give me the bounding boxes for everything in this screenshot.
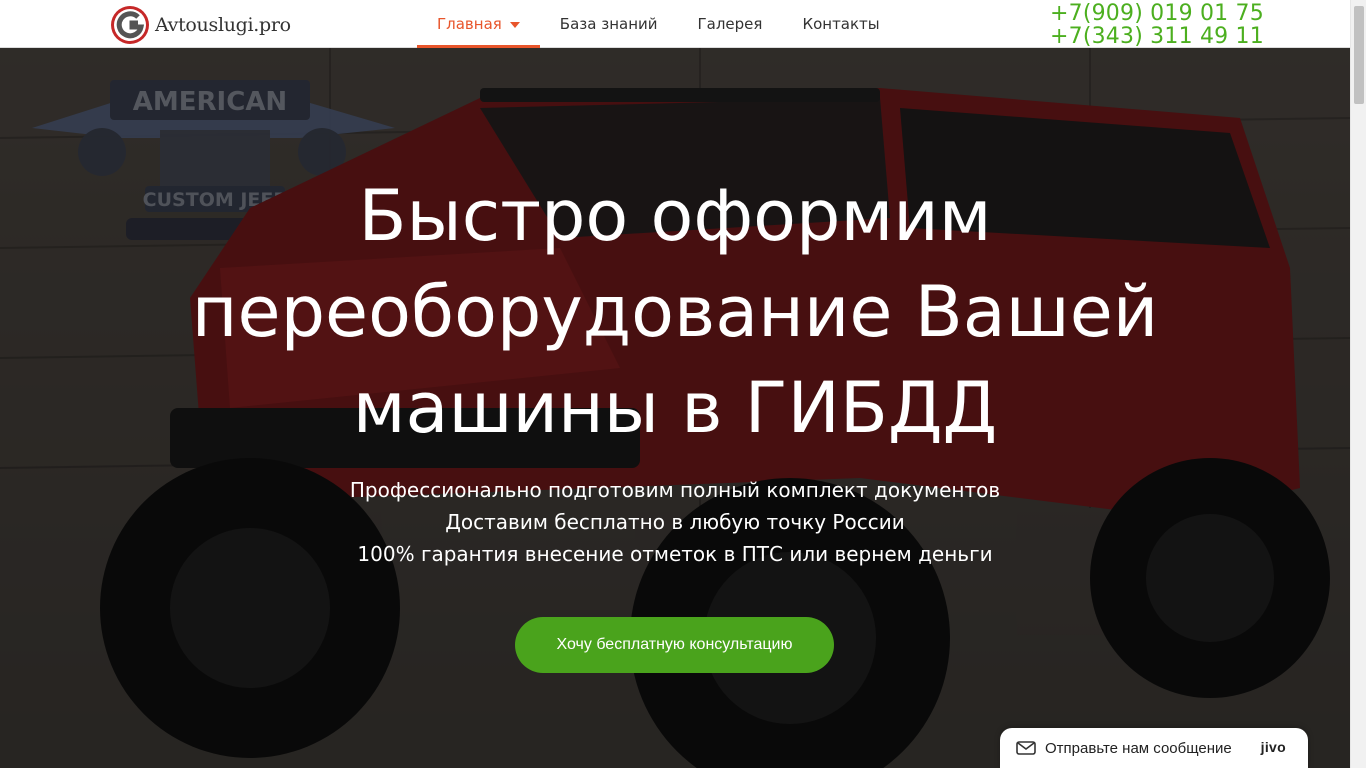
envelope-icon: [1016, 741, 1036, 755]
site-header: Avtouslugi.pro Главная База знаний Галер…: [0, 0, 1350, 48]
logo-icon: [111, 6, 149, 44]
jivo-logo: jivo: [1260, 739, 1286, 755]
benefit-item: Профессионально подготовим полный компле…: [349, 478, 1001, 502]
nav-item-home[interactable]: Главная: [417, 0, 540, 48]
phone-numbers: +7(909) 019 01 75 +7(343) 311 49 11: [1050, 2, 1264, 48]
caret-down-icon: [509, 21, 520, 28]
logo-text: Avtouslugi.pro: [155, 14, 291, 36]
nav-item-knowledge-base[interactable]: База знаний: [540, 0, 678, 48]
main-nav: Главная База знаний Галерея Контакты: [417, 0, 900, 48]
nav-item-gallery[interactable]: Галерея: [678, 0, 783, 48]
benefit-item: 100% гарантия внесение отметок в ПТС или…: [357, 542, 993, 566]
benefit-item: Доставим бесплатно в любую точку России: [445, 510, 905, 534]
logo[interactable]: Avtouslugi.pro: [108, 4, 291, 46]
nav-item-label: База знаний: [559, 15, 658, 33]
phone-link-2[interactable]: +7(343) 311 49 11: [1050, 25, 1264, 48]
nav-item-contacts[interactable]: Контакты: [782, 0, 899, 48]
hero-benefits: Профессионально подготовим полный компле…: [275, 474, 1075, 570]
nav-item-label: Контакты: [802, 15, 880, 33]
scrollbar-thumb[interactable]: [1354, 6, 1364, 104]
phone-link-1[interactable]: +7(909) 019 01 75: [1050, 2, 1264, 25]
hero-title: Быстро оформим переоборудование Вашей ма…: [191, 175, 1159, 449]
free-consultation-button[interactable]: Хочу бесплатную консультацию: [515, 617, 834, 673]
chat-label: Отправьте нам сообщение: [1045, 739, 1232, 757]
hero-section: AMERICAN CUSTOM JEEP Быстро оформим пере…: [0, 48, 1350, 768]
nav-item-label: Галерея: [697, 15, 763, 33]
page-scrollbar[interactable]: [1350, 0, 1366, 768]
chat-widget[interactable]: Отправьте нам сообщение jivo: [1000, 728, 1308, 768]
nav-item-label: Главная: [437, 15, 502, 33]
